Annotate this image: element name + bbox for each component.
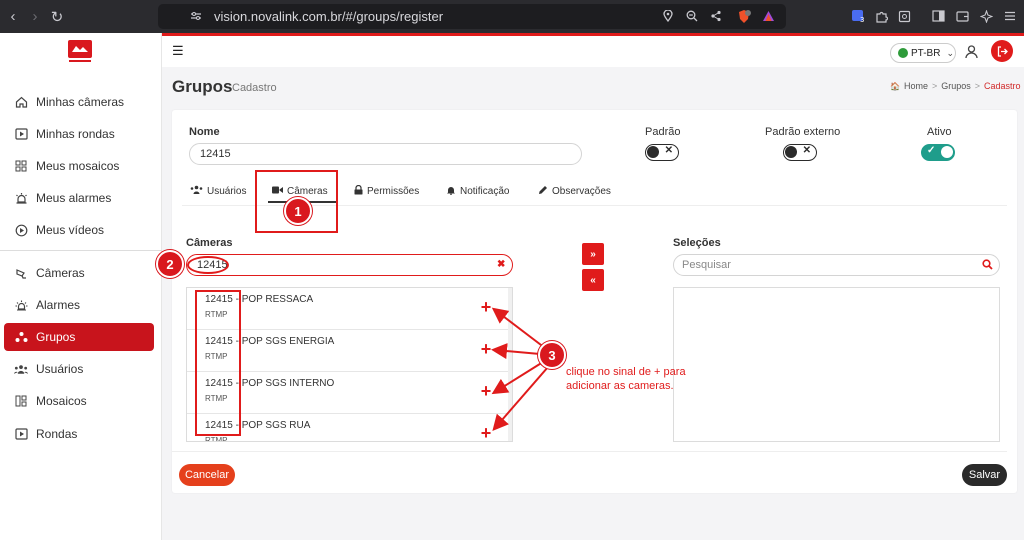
annotation-arrow	[491, 361, 544, 395]
annotation-step-3: 3	[538, 341, 566, 369]
annotation-arrows	[491, 307, 549, 432]
annotation-arrow	[491, 343, 541, 360]
annotation-arrow	[491, 307, 546, 349]
annotation-note: clique no sinal de + para adicionar as c…	[566, 366, 686, 392]
